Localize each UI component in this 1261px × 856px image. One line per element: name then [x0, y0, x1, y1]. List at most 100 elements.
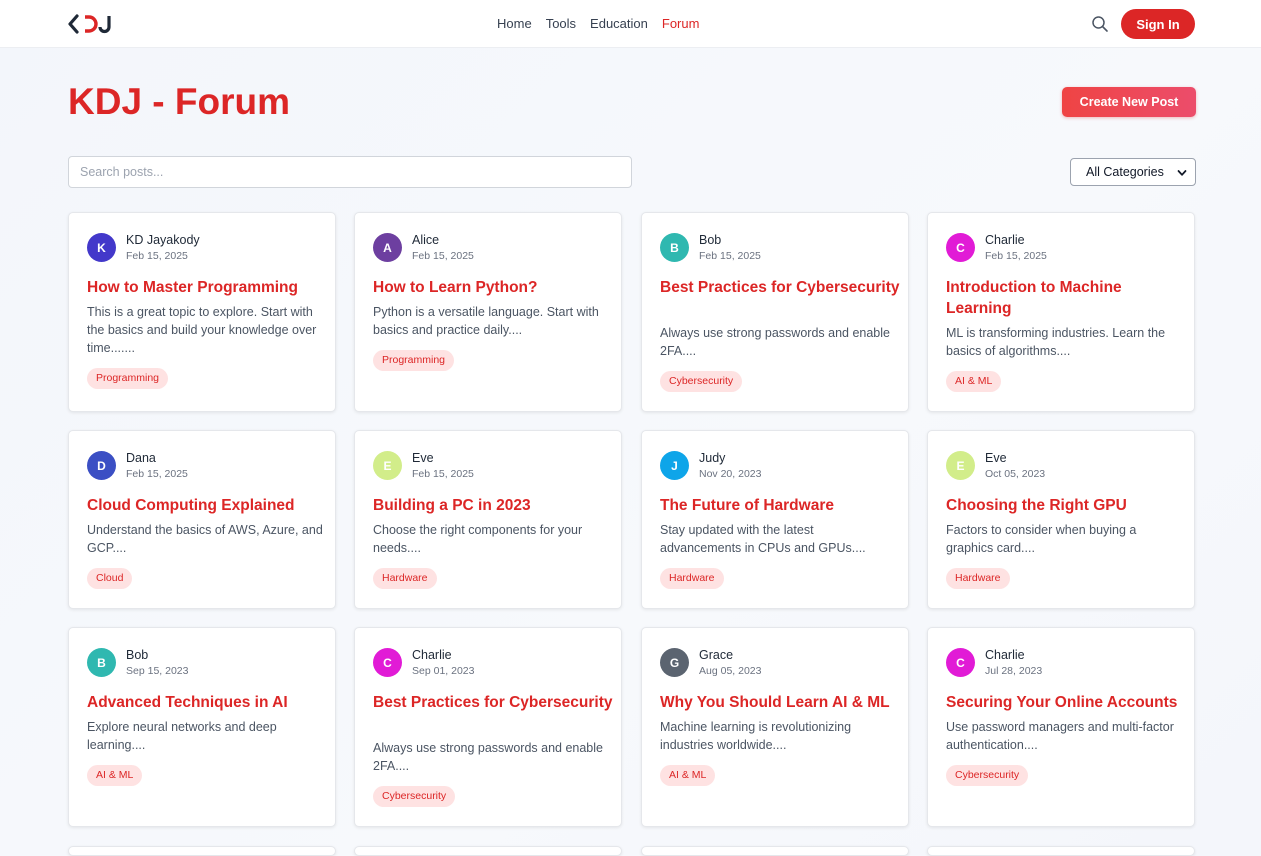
post-title[interactable]: How to Master Programming [87, 277, 327, 298]
page-title: KDJ - Forum [68, 81, 290, 122]
author-avatar: B [87, 648, 116, 677]
search-posts-input[interactable] [68, 156, 632, 188]
post-card[interactable]: E Eve Oct 05, 2023 Choosing the Right GPU Fa… [927, 430, 1195, 609]
author-avatar: A [373, 233, 402, 262]
post-excerpt: Factors to consider when buying a graphi… [946, 523, 1137, 555]
post-date: Jul 28, 2023 [985, 665, 1043, 677]
post-excerpt: Python is a versatile language. Start wi… [373, 305, 599, 337]
author-avatar: D [87, 451, 116, 480]
author-name: Judy [699, 451, 726, 465]
category-select[interactable]: All Categories [1070, 158, 1196, 186]
nav-education-link[interactable]: Education [590, 16, 648, 31]
kdj-logo-icon[interactable] [68, 13, 116, 35]
author-name: Bob [699, 233, 722, 247]
sign-in-button[interactable]: Sign In [1121, 9, 1195, 39]
post-date: Feb 15, 2025 [126, 250, 188, 262]
nav-forum-link[interactable]: Forum [662, 16, 700, 31]
post-category-tag[interactable]: AI & ML [660, 765, 716, 786]
post-date: Sep 15, 2023 [126, 665, 189, 677]
post-date: Sep 01, 2023 [412, 665, 475, 677]
author-avatar: J [660, 451, 689, 480]
post-date: Oct 05, 2023 [985, 468, 1046, 480]
post-category-tag[interactable]: Cybersecurity [946, 765, 1029, 786]
post-card[interactable]: D Dana Feb 15, 2025 Cloud Computing Explain… [68, 430, 336, 609]
post-date: Nov 20, 2023 [699, 468, 762, 480]
author-name: Eve [412, 451, 434, 465]
post-excerpt: Always use strong passwords and enable 2… [373, 741, 603, 773]
post-title[interactable]: Securing Your Online Accounts [946, 692, 1186, 713]
post-excerpt: Always use strong passwords and enable 2… [660, 326, 890, 358]
post-category-tag[interactable]: Cybersecurity [373, 786, 456, 807]
chevron-down-icon [1177, 170, 1187, 176]
post-title[interactable]: The Future of Hardware [660, 495, 900, 516]
post-date: Feb 15, 2025 [699, 250, 761, 262]
post-title[interactable]: Introduction to Machine Learning [946, 277, 1186, 319]
post-excerpt: Choose the right components for your nee… [373, 523, 583, 555]
author-avatar: E [946, 451, 975, 480]
post-category-tag[interactable]: Programming [373, 350, 455, 371]
post-date: Feb 15, 2025 [412, 468, 474, 480]
author-avatar: C [373, 648, 402, 677]
author-avatar: B [660, 233, 689, 262]
post-card[interactable]: B Bob Feb 15, 2025 Best Practices for Cyber… [641, 212, 909, 412]
author-avatar: K [87, 233, 116, 262]
post-title[interactable]: Choosing the Right GPU [946, 495, 1186, 516]
post-excerpt: This is a great topic to explore. Start … [87, 305, 317, 355]
post-category-tag[interactable]: Programming [87, 368, 169, 389]
nav-home-link[interactable]: Home [497, 16, 532, 31]
author-avatar: C [946, 233, 975, 262]
post-title[interactable]: How to Learn Python? [373, 277, 613, 298]
top-navbar: Home Tools Education Forum Sign In [0, 0, 1261, 48]
author-name: Charlie [985, 648, 1025, 662]
post-category-tag[interactable]: AI & ML [946, 371, 1002, 392]
post-card-partial[interactable] [68, 846, 336, 856]
post-title[interactable]: Cloud Computing Explained [87, 495, 327, 516]
post-category-tag[interactable]: AI & ML [87, 765, 143, 786]
author-avatar: G [660, 648, 689, 677]
search-icon[interactable] [1091, 15, 1109, 33]
post-date: Aug 05, 2023 [699, 665, 762, 677]
post-title[interactable]: Best Practices for Cybersecurity [373, 692, 613, 713]
author-name: Bob [126, 648, 149, 662]
post-card-partial[interactable] [927, 846, 1195, 856]
post-excerpt: Machine learning is revolutionizing indu… [660, 720, 852, 752]
post-date: Feb 15, 2025 [126, 468, 188, 480]
post-excerpt: ML is transforming industries. Learn the… [946, 326, 1166, 358]
post-card-partial[interactable] [641, 846, 909, 856]
post-card[interactable]: A Alice Feb 15, 2025 How to Learn Python? Py… [354, 212, 622, 412]
post-card[interactable]: B Bob Sep 15, 2023 Advanced Techniques in A… [68, 627, 336, 827]
post-card[interactable]: J Judy Nov 20, 2023 The Future of Hardware S… [641, 430, 909, 609]
post-title[interactable]: Why You Should Learn AI & ML [660, 692, 900, 713]
post-card[interactable]: C Charlie Sep 01, 2023 Best Practices for C… [354, 627, 622, 827]
post-date: Feb 15, 2025 [985, 250, 1047, 262]
main-nav: Home Tools Education Forum [497, 16, 713, 31]
author-name: Charlie [985, 233, 1025, 247]
author-name: Dana [126, 451, 156, 465]
post-date: Feb 15, 2025 [412, 250, 474, 262]
post-card[interactable]: K KD Jayakody Feb 15, 2025 How to Master Pr… [68, 212, 336, 412]
author-avatar: C [946, 648, 975, 677]
post-category-tag[interactable]: Cloud [87, 568, 133, 589]
author-name: Grace [699, 648, 734, 662]
author-name: KD Jayakody [126, 233, 200, 247]
post-card[interactable]: G Grace Aug 05, 2023 Why You Should Learn A… [641, 627, 909, 827]
post-excerpt: Explore neural networks and deep learnin… [87, 720, 277, 752]
post-card[interactable]: E Eve Feb 15, 2025 Building a PC in 2023 Cho… [354, 430, 622, 609]
post-title[interactable]: Advanced Techniques in AI [87, 692, 327, 713]
create-new-post-button[interactable]: Create New Post [1062, 87, 1196, 117]
post-excerpt: Understand the basics of AWS, Azure, and… [87, 523, 323, 555]
post-category-tag[interactable]: Hardware [373, 568, 437, 589]
post-card[interactable]: C Charlie Feb 15, 2025 Introduction to Mach… [927, 212, 1195, 412]
nav-tools-link[interactable]: Tools [546, 16, 576, 31]
post-excerpt: Stay updated with the latest advancement… [660, 523, 866, 555]
author-name: Eve [985, 451, 1007, 465]
post-title[interactable]: Building a PC in 2023 [373, 495, 613, 516]
post-category-tag[interactable]: Hardware [946, 568, 1010, 589]
post-card-partial[interactable] [354, 846, 622, 856]
post-category-tag[interactable]: Cybersecurity [660, 371, 743, 392]
post-title[interactable]: Best Practices for Cybersecurity [660, 277, 900, 298]
author-name: Alice [412, 233, 440, 247]
author-name: Charlie [412, 648, 452, 662]
post-category-tag[interactable]: Hardware [660, 568, 724, 589]
post-card[interactable]: C Charlie Jul 28, 2023 Securing Your Online… [927, 627, 1195, 827]
